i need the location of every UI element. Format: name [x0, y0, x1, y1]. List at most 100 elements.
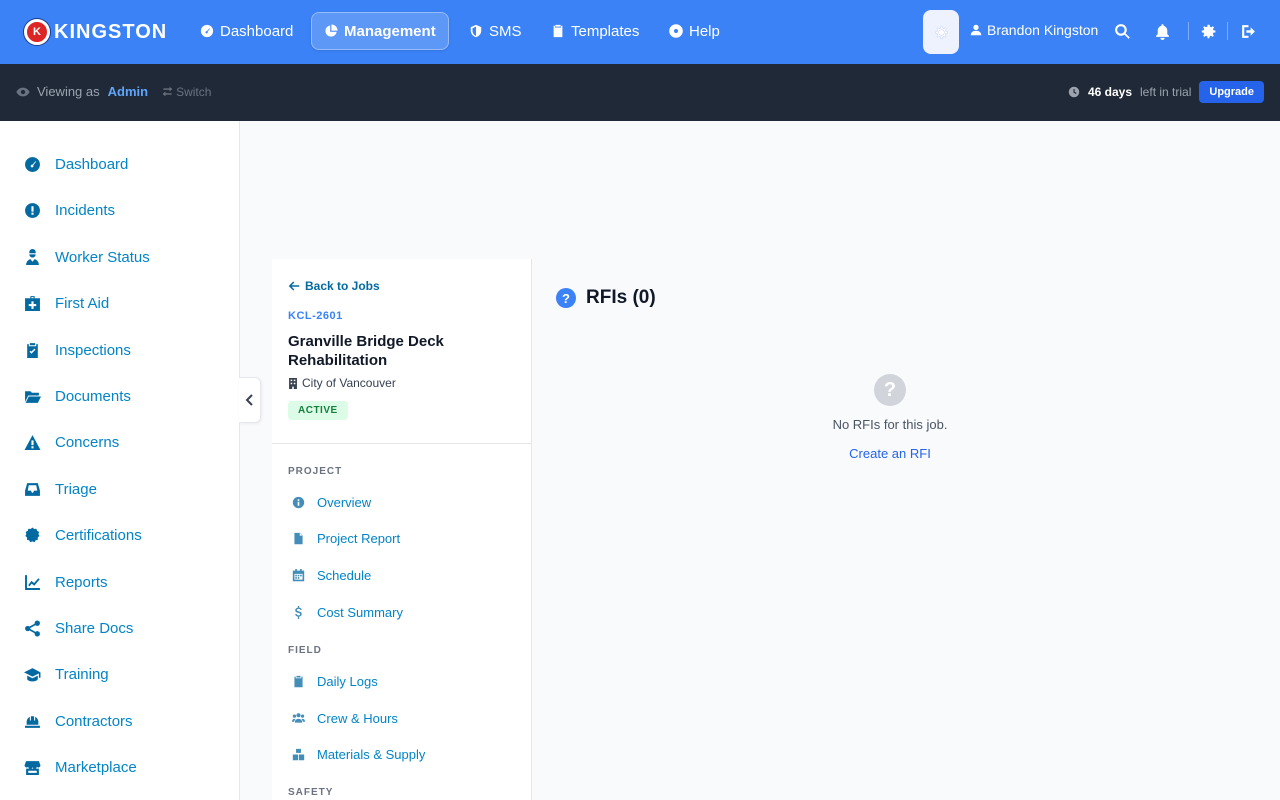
- job-client: City of Vancouver: [288, 376, 396, 390]
- notifications-button[interactable]: [1152, 21, 1172, 41]
- settings-button[interactable]: [1198, 21, 1218, 41]
- building-icon: [289, 377, 297, 389]
- line-chart-icon: [25, 574, 40, 590]
- calendar-icon: [292, 568, 305, 581]
- user-menu[interactable]: Brandon Kingston: [970, 22, 1098, 38]
- job-nav-label: Daily Logs: [317, 673, 378, 689]
- brand-logo[interactable]: K KINGSTON: [24, 19, 167, 45]
- logout-button[interactable]: [1238, 21, 1258, 41]
- eye-icon: [16, 87, 30, 96]
- logo-badge: K: [24, 19, 50, 45]
- sidebar-item-incidents[interactable]: Incidents: [24, 198, 115, 222]
- alert-circle-icon: [25, 202, 40, 218]
- brand-name: KINGSTON: [54, 20, 168, 43]
- job-nav-project-report[interactable]: Project Report: [292, 529, 400, 547]
- nav-help[interactable]: Help: [657, 12, 732, 50]
- sidebar-item-label: Documents: [55, 387, 131, 405]
- section-heading-field: FIELD: [288, 645, 322, 656]
- admin-bar: Viewing as Admin Switch 46 days left in …: [0, 64, 1280, 121]
- gear-icon: [1201, 24, 1215, 38]
- sidebar-item-label: Training: [55, 665, 109, 683]
- clipboard-check-icon: [27, 342, 38, 358]
- sidebar-item-label: Certifications: [55, 526, 142, 544]
- switch-role-button[interactable]: Switch: [162, 85, 211, 99]
- job-nav-label: Project Report: [317, 530, 401, 546]
- collapse-sidebar-button[interactable]: [239, 377, 261, 423]
- sidebar-item-label: Concerns: [55, 433, 120, 451]
- share-icon: [25, 620, 40, 636]
- trial-suffix: left in trial: [1140, 85, 1192, 99]
- sidebar-item-dashboard[interactable]: Dashboard: [24, 152, 128, 176]
- back-to-jobs-link[interactable]: Back to Jobs: [288, 279, 380, 293]
- upgrade-button[interactable]: Upgrade: [1199, 81, 1264, 103]
- sidebar-item-triage[interactable]: Triage: [24, 477, 97, 501]
- top-nav: K KINGSTON Dashboard Management SMS Temp…: [0, 0, 1280, 64]
- gear-icon: [934, 25, 948, 39]
- chevron-left-icon: [245, 394, 253, 406]
- logout-icon: [1241, 24, 1255, 38]
- search-button[interactable]: [1112, 21, 1132, 41]
- job-nav-label: Crew & Hours: [317, 710, 398, 726]
- lifebuoy-icon: [669, 24, 683, 38]
- sidebar-item-inspections[interactable]: Inspections: [24, 338, 131, 362]
- nav-sms[interactable]: SMS: [457, 12, 534, 50]
- page-title-text: RFIs (0): [586, 287, 656, 308]
- sidebar-item-first-aid[interactable]: First Aid: [24, 291, 109, 315]
- info-icon: [292, 496, 305, 508]
- hard-hat-icon: [25, 715, 40, 728]
- sidebar-item-contractors[interactable]: Contractors: [24, 709, 133, 733]
- job-code: KCL-2601: [288, 310, 343, 322]
- job-nav-schedule[interactable]: Schedule: [292, 566, 371, 584]
- status-badge: ACTIVE: [288, 401, 348, 420]
- empty-state-text: No RFIs for this job.: [832, 417, 948, 432]
- nav-templates[interactable]: Templates: [539, 12, 651, 50]
- sidebar-item-worker-status[interactable]: Worker Status: [24, 245, 150, 269]
- sidebar-item-concerns[interactable]: Concerns: [24, 430, 119, 454]
- store-icon: [24, 760, 41, 775]
- certificate-icon: [25, 527, 40, 542]
- job-nav-label: Materials & Supply: [317, 746, 426, 762]
- job-nav-materials-supply[interactable]: Materials & Supply: [292, 745, 425, 763]
- user-name: Brandon Kingston: [987, 22, 1099, 38]
- role-name: Admin: [107, 84, 149, 99]
- swap-icon: [162, 86, 173, 97]
- worker-icon: [26, 248, 39, 265]
- job-nav-label: Overview: [317, 494, 372, 510]
- nav-divider: [1227, 22, 1228, 40]
- sidebar-item-label: Marketplace: [55, 758, 137, 776]
- sidebar-item-documents[interactable]: Documents: [24, 384, 131, 408]
- gauge-icon: [200, 24, 214, 38]
- nav-divider: [1188, 22, 1189, 40]
- sidebar-item-label: Dashboard: [55, 155, 129, 173]
- nav-management[interactable]: Management: [311, 12, 449, 50]
- job-nav-label: Schedule: [317, 567, 372, 583]
- job-nav-overview[interactable]: Overview: [292, 493, 371, 511]
- job-panel: Back to Jobs KCL-2601 Granville Bridge D…: [272, 259, 532, 800]
- sidebar-item-label: First Aid: [55, 294, 110, 312]
- nav-dashboard-label: Dashboard: [220, 22, 294, 40]
- sidebar-item-share-docs[interactable]: Share Docs: [24, 616, 133, 640]
- create-rfi-link[interactable]: Create an RFI: [760, 446, 1020, 461]
- warning-triangle-icon: [24, 434, 41, 450]
- clock-icon: [1068, 86, 1080, 98]
- theme-settings-button[interactable]: [923, 10, 959, 54]
- sidebar-item-training[interactable]: Training: [24, 662, 109, 686]
- question-circle-icon: ?: [556, 288, 576, 308]
- dollar-icon: [295, 605, 302, 619]
- bell-icon: [1155, 23, 1169, 40]
- sidebar-item-marketplace[interactable]: Marketplace: [24, 755, 137, 779]
- nav-management-label: Management: [344, 22, 436, 40]
- nav-dashboard[interactable]: Dashboard: [188, 12, 305, 50]
- sidebar-item-certifications[interactable]: Certifications: [24, 523, 142, 547]
- back-label: Back to Jobs: [305, 279, 380, 293]
- client-name: City of Vancouver: [302, 376, 396, 390]
- sidebar-item-label: Incidents: [55, 201, 116, 219]
- clipboard-icon: [294, 675, 303, 687]
- job-nav-cost-summary[interactable]: Cost Summary: [292, 603, 403, 621]
- job-nav-crew-hours[interactable]: Crew & Hours: [292, 709, 398, 727]
- search-icon: [1114, 23, 1130, 39]
- panel-divider: [272, 443, 531, 444]
- sidebar-item-reports[interactable]: Reports: [24, 570, 108, 594]
- sidebar-item-label: Reports: [55, 573, 108, 591]
- job-nav-daily-logs[interactable]: Daily Logs: [292, 672, 378, 690]
